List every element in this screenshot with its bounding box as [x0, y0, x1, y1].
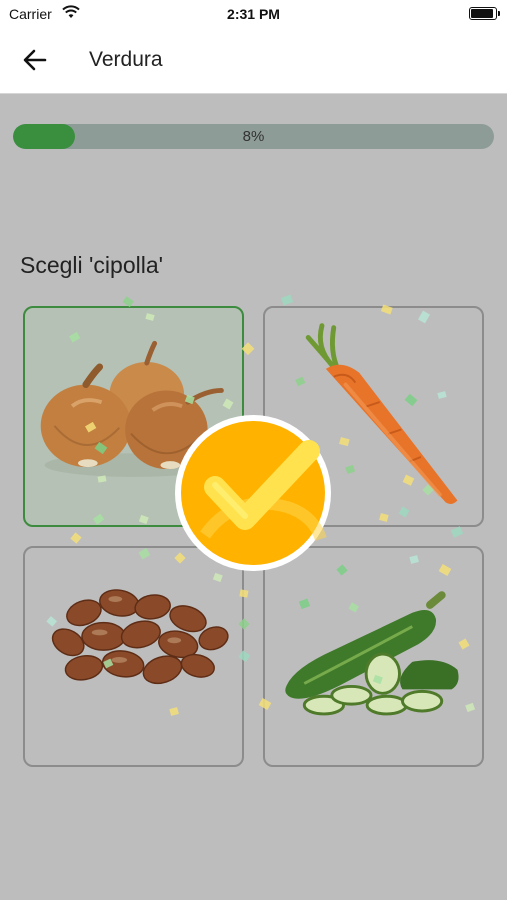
checkmark-icon [181, 421, 327, 565]
page-title: Verdura [89, 48, 163, 71]
battery-icon [469, 7, 500, 20]
zucchini-image [285, 591, 459, 716]
correct-answer-badge [175, 415, 331, 571]
app-bar: Verdura [0, 28, 507, 94]
question-prompt: Scegli 'cipolla' [20, 252, 164, 278]
back-button[interactable] [18, 45, 52, 75]
option-card-zucchini[interactable] [263, 546, 484, 767]
fava-beans-image [51, 589, 229, 685]
option-card-fava-beans[interactable] [23, 546, 244, 767]
clock: 2:31 PM [227, 6, 280, 22]
arrow-left-icon [23, 49, 47, 71]
progress-label: 8% [242, 128, 265, 145]
progress-bar: 8% [13, 124, 494, 149]
status-bar: Carrier 2:31 PM [0, 0, 507, 28]
